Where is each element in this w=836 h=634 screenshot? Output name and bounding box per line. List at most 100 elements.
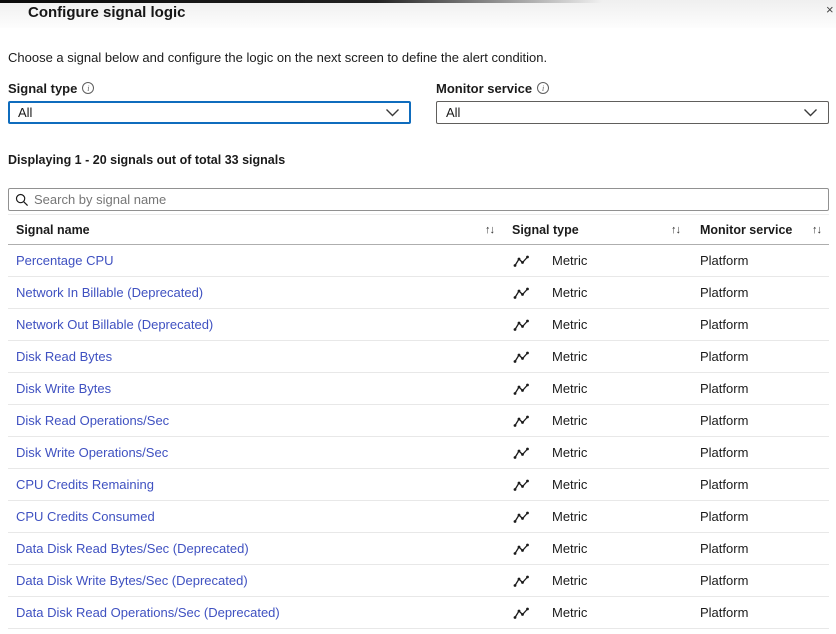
column-header-signal-name[interactable]: Signal name ↑↓: [8, 223, 512, 237]
signal-type-cell: Metric: [512, 445, 700, 460]
table-row[interactable]: Disk Write Bytes Metric Platform: [8, 373, 829, 405]
signal-name-cell: Disk Write Bytes: [8, 381, 512, 396]
metric-sparkline-icon: [513, 510, 531, 524]
pane-titlebar: Configure signal logic ×: [0, 0, 836, 28]
signal-type-cell: Metric: [512, 285, 700, 300]
sort-icon[interactable]: ↑↓: [812, 224, 821, 236]
signal-type-value: Metric: [552, 477, 587, 492]
signal-type-label-text: Signal type: [8, 81, 77, 96]
signal-type-filter: Signal type i All: [8, 80, 411, 124]
table-row[interactable]: Disk Write Operations/Sec Metric Platfor…: [8, 437, 829, 469]
metric-sparkline-icon: [513, 542, 531, 556]
signal-type-value: Metric: [552, 253, 587, 268]
signal-type-dropdown[interactable]: All: [8, 101, 411, 124]
table-row[interactable]: Network In Billable (Deprecated) Metric …: [8, 277, 829, 309]
signal-type-cell: Metric: [512, 605, 700, 620]
monitor-service-dropdown[interactable]: All: [436, 101, 829, 124]
monitor-service-value: Platform: [700, 349, 829, 364]
metric-sparkline-icon: [513, 414, 531, 428]
metric-sparkline-icon: [513, 446, 531, 460]
filter-row: Signal type i All Monitor service i All: [8, 80, 829, 124]
signal-name-cell: Network Out Billable (Deprecated): [8, 317, 512, 332]
table-row[interactable]: CPU Credits Consumed Metric Platform: [8, 501, 829, 533]
signal-type-value: Metric: [552, 317, 587, 332]
signal-name-link[interactable]: Percentage CPU: [16, 253, 114, 268]
signal-name-cell: Data Disk Read Operations/Sec (Deprecate…: [8, 605, 512, 620]
signal-type-value: Metric: [552, 509, 587, 524]
signal-type-value: Metric: [552, 349, 587, 364]
signal-type-cell: Metric: [512, 253, 700, 268]
table-body: Percentage CPU Metric Platform Network I…: [8, 245, 829, 629]
search-input[interactable]: [34, 192, 822, 207]
signal-type-value: Metric: [552, 573, 587, 588]
table-row[interactable]: Disk Read Operations/Sec Metric Platform: [8, 405, 829, 437]
signal-name-cell: Disk Read Operations/Sec: [8, 413, 512, 428]
signal-name-link[interactable]: CPU Credits Remaining: [16, 477, 154, 492]
column-header-signal-type[interactable]: Signal type ↑↓: [512, 223, 700, 237]
signal-name-link[interactable]: Network In Billable (Deprecated): [16, 285, 203, 300]
table-row[interactable]: Percentage CPU Metric Platform: [8, 245, 829, 277]
signal-name-cell: Data Disk Read Bytes/Sec (Deprecated): [8, 541, 512, 556]
signal-name-cell: CPU Credits Consumed: [8, 509, 512, 524]
signal-name-link[interactable]: Network Out Billable (Deprecated): [16, 317, 213, 332]
column-label: Monitor service: [700, 223, 792, 237]
signal-name-cell: Data Disk Write Bytes/Sec (Deprecated): [8, 573, 512, 588]
chevron-down-icon: [385, 108, 400, 117]
monitor-service-value: Platform: [700, 605, 829, 620]
table-header: Signal name ↑↓ Signal type ↑↓ Monitor se…: [8, 215, 829, 245]
intro-text: Choose a signal below and configure the …: [8, 50, 829, 65]
signals-table: Signal name ↑↓ Signal type ↑↓ Monitor se…: [8, 214, 829, 629]
signal-name-link[interactable]: Disk Read Bytes: [16, 349, 112, 364]
pane-content: Choose a signal below and configure the …: [0, 50, 836, 629]
search-box[interactable]: [8, 188, 829, 211]
monitor-service-value: Platform: [700, 509, 829, 524]
monitor-service-value: All: [446, 105, 460, 120]
signal-type-label: Signal type i: [8, 80, 411, 96]
monitor-service-label-text: Monitor service: [436, 81, 532, 96]
results-summary: Displaying 1 - 20 signals out of total 3…: [8, 153, 829, 167]
info-icon[interactable]: i: [537, 82, 549, 94]
signal-type-cell: Metric: [512, 541, 700, 556]
metric-sparkline-icon: [513, 606, 531, 620]
metric-sparkline-icon: [513, 350, 531, 364]
monitor-service-value: Platform: [700, 381, 829, 396]
signal-type-value: Metric: [552, 381, 587, 396]
signal-name-cell: CPU Credits Remaining: [8, 477, 512, 492]
signal-name-link[interactable]: Disk Write Operations/Sec: [16, 445, 168, 460]
column-label: Signal name: [16, 223, 90, 237]
signal-type-cell: Metric: [512, 509, 700, 524]
close-icon[interactable]: ×: [826, 2, 836, 18]
signal-type-value: Metric: [552, 605, 587, 620]
signal-name-cell: Percentage CPU: [8, 253, 512, 268]
signal-name-link[interactable]: Disk Write Bytes: [16, 381, 111, 396]
sort-icon[interactable]: ↑↓: [485, 224, 494, 236]
signal-name-cell: Disk Read Bytes: [8, 349, 512, 364]
table-row[interactable]: Disk Read Bytes Metric Platform: [8, 341, 829, 373]
signal-type-cell: Metric: [512, 381, 700, 396]
signal-name-link[interactable]: Data Disk Write Bytes/Sec (Deprecated): [16, 573, 248, 588]
table-row[interactable]: Data Disk Read Operations/Sec (Deprecate…: [8, 597, 829, 629]
table-row[interactable]: Data Disk Read Bytes/Sec (Deprecated) Me…: [8, 533, 829, 565]
signal-type-cell: Metric: [512, 413, 700, 428]
monitor-service-value: Platform: [700, 477, 829, 492]
signal-name-link[interactable]: Data Disk Read Bytes/Sec (Deprecated): [16, 541, 249, 556]
signal-type-value: Metric: [552, 413, 587, 428]
metric-sparkline-icon: [513, 254, 531, 268]
table-row[interactable]: Network Out Billable (Deprecated) Metric…: [8, 309, 829, 341]
table-row[interactable]: CPU Credits Remaining Metric Platform: [8, 469, 829, 501]
signal-type-cell: Metric: [512, 477, 700, 492]
sort-icon[interactable]: ↑↓: [671, 224, 680, 236]
signal-type-value: All: [18, 105, 32, 120]
signal-type-value: Metric: [552, 445, 587, 460]
signal-type-value: Metric: [552, 285, 587, 300]
info-icon[interactable]: i: [82, 82, 94, 94]
signal-name-link[interactable]: CPU Credits Consumed: [16, 509, 155, 524]
signal-name-link[interactable]: Disk Read Operations/Sec: [16, 413, 169, 428]
monitor-service-label: Monitor service i: [436, 80, 829, 96]
column-header-monitor-service[interactable]: Monitor service ↑↓: [700, 223, 829, 237]
table-row[interactable]: Data Disk Write Bytes/Sec (Deprecated) M…: [8, 565, 829, 597]
signal-name-link[interactable]: Data Disk Read Operations/Sec (Deprecate…: [16, 605, 280, 620]
page-title: Configure signal logic: [28, 4, 186, 21]
monitor-service-value: Platform: [700, 285, 829, 300]
signal-type-value: Metric: [552, 541, 587, 556]
